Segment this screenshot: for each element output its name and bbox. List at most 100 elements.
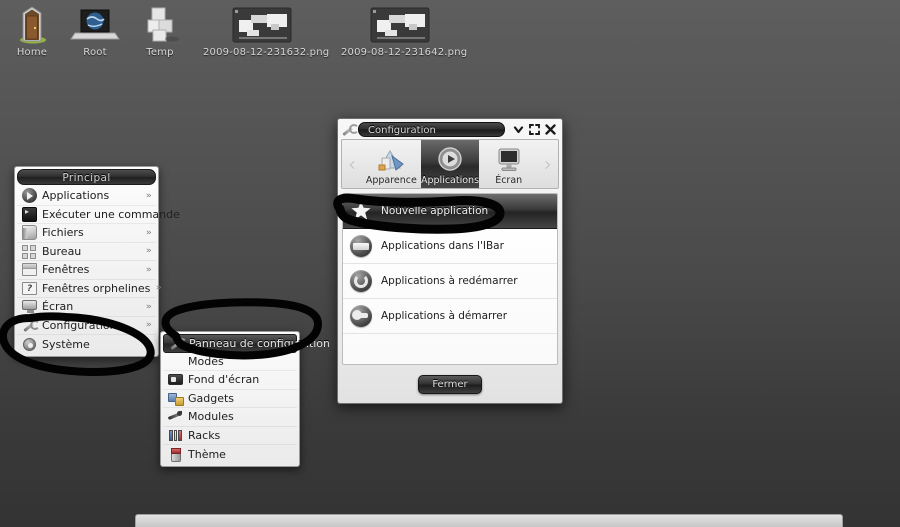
submenu-item-label: Thème	[188, 447, 226, 461]
desktop-icon-label: Home	[16, 47, 48, 58]
startup-key-icon	[350, 305, 372, 327]
screen-icon	[22, 299, 37, 314]
submenu-item-wallpaper[interactable]: Fond d'écran	[163, 371, 297, 390]
wrench-icon	[22, 318, 40, 333]
menu-item-orphan-windows[interactable]: Fenêtres orphelines »	[17, 280, 162, 298]
desktop-icon-label: 2009-08-12-231642.png	[341, 47, 468, 58]
desktop-icon-label: 2009-08-12-231632.png	[203, 47, 330, 58]
menu-item-label: Bureau	[42, 244, 82, 258]
list-item-nouvelle-application[interactable]: Nouvelle application	[343, 194, 557, 229]
desktop-icon-label: Temp	[146, 47, 174, 58]
close-button[interactable]: Fermer	[418, 374, 482, 394]
dialog-button-bar: Fermer	[338, 365, 562, 403]
menu-item-label: Fichiers	[42, 226, 84, 240]
submenu-item-label: Modes	[188, 354, 224, 368]
wrench-icon	[341, 122, 359, 136]
submenu-arrow-icon: »	[146, 190, 153, 201]
tab-label: Écran	[495, 175, 523, 186]
no-icon	[168, 354, 183, 369]
menu-item-label: Système	[42, 337, 90, 351]
menu-item-windows[interactable]: Fenêtres »	[17, 261, 156, 280]
list-item-label: Applications à démarrer	[381, 310, 508, 322]
submenu-arrow-icon: »	[146, 320, 153, 331]
maximize-icon[interactable]	[528, 123, 541, 136]
submenu-arrow-icon: »	[146, 246, 153, 257]
home-door-icon	[8, 4, 56, 44]
submenu-arrow-icon: »	[146, 301, 153, 312]
desktop-icon-home[interactable]: Home	[8, 4, 56, 58]
boxes-icon	[130, 4, 190, 44]
dialog-titlebar[interactable]: Configuration	[338, 119, 562, 138]
racks-icon	[168, 428, 183, 443]
submenu-item-label: Gadgets	[188, 391, 235, 405]
screenshot-thumb-icon	[341, 4, 459, 44]
menu-item-system[interactable]: Système »	[17, 335, 156, 354]
menu-item-label: Écran	[42, 300, 74, 314]
main-menu[interactable]: Principal Applications » Exécuter une co…	[14, 166, 180, 357]
submenu-item-label: Modules	[188, 410, 234, 424]
configuration-dialog[interactable]: Configuration ‹ Apparence Applications É…	[337, 118, 563, 404]
list-item-label: Nouvelle application	[381, 205, 489, 217]
submenu-item-label: Fond d'écran	[188, 373, 260, 387]
list-item-label: Applications à redémarrer	[381, 275, 518, 287]
submenu-item-label: Panneau de configuration	[189, 336, 331, 350]
submenu-arrow-icon: »	[156, 283, 163, 294]
submenu-arrow-icon: »	[146, 264, 153, 275]
ibar-icon	[350, 235, 372, 257]
list-item-applications-restart[interactable]: Applications à redémarrer	[343, 264, 557, 299]
tab-ecran[interactable]: Écran	[479, 140, 538, 188]
list-item-applications-ibar[interactable]: Applications dans l'IBar	[343, 229, 557, 264]
submenu-item-theme[interactable]: Thème	[163, 445, 297, 464]
menu-item-label: Fenêtres	[42, 263, 90, 277]
menu-item-label: Fenêtres orphelines	[42, 281, 151, 295]
dialog-tabstrip[interactable]: ‹ Apparence Applications Écran ›	[341, 139, 559, 189]
tab-prev-arrow-icon[interactable]: ‹	[342, 140, 362, 188]
menu-item-files[interactable]: Fichiers »	[17, 224, 156, 243]
desktop-icon-label: Root	[83, 47, 107, 58]
tab-apparence[interactable]: Apparence	[362, 140, 421, 188]
submenu-item-gadgets[interactable]: Gadgets	[163, 390, 297, 408]
close-x-icon[interactable]	[544, 123, 557, 136]
applications-icon	[435, 146, 465, 174]
menu-item-configuration[interactable]: Configuration »	[17, 317, 156, 335]
list-item-applications-startup[interactable]: Applications à démarrer	[343, 299, 557, 334]
submenu-item-racks[interactable]: Racks	[163, 427, 297, 445]
run-command-icon	[22, 206, 37, 222]
screenshot-thumb-icon	[203, 4, 321, 44]
desktop-icon-area: Home Root Temp 2009-08-12-231632.png 200…	[0, 0, 900, 70]
star-icon	[350, 200, 372, 222]
files-folder-icon	[22, 225, 37, 241]
desktop-icon-screenshot-1[interactable]: 2009-08-12-231632.png	[203, 4, 330, 58]
modules-plug-icon	[168, 409, 183, 424]
tab-next-arrow-icon[interactable]: ›	[538, 140, 558, 188]
desktop-icon-root[interactable]: Root	[62, 4, 128, 58]
screen-monitor-icon	[494, 146, 524, 174]
window-buttons[interactable]	[508, 123, 560, 136]
menu-item-desktop[interactable]: Bureau »	[17, 243, 156, 261]
desktop-shelf[interactable]	[135, 514, 843, 527]
theme-icon	[168, 447, 183, 462]
configuration-submenu[interactable]: Panneau de configuration Modes Fond d'éc…	[160, 331, 330, 467]
main-menu-title: Principal	[17, 169, 156, 185]
submenu-item-modes[interactable]: Modes	[163, 353, 297, 371]
dialog-title: Configuration	[358, 121, 505, 137]
menu-item-screen[interactable]: Écran »	[17, 298, 156, 317]
submenu-item-panneau-de-configuration[interactable]: Panneau de configuration	[163, 334, 330, 353]
gadgets-icon	[168, 391, 184, 406]
laptop-globe-icon	[62, 4, 128, 44]
tab-label: Apparence	[365, 175, 417, 186]
desktop-grid-icon	[22, 244, 37, 259]
menu-item-label: Configuration	[42, 318, 117, 332]
desktop-icon-temp[interactable]: Temp	[130, 4, 190, 58]
list-item-label: Applications dans l'IBar	[381, 240, 504, 252]
appearance-icon	[376, 146, 406, 174]
menu-item-applications[interactable]: Applications »	[17, 187, 156, 206]
applications-list[interactable]: Nouvelle application Applications dans l…	[342, 193, 558, 365]
chevron-down-icon[interactable]	[512, 123, 525, 136]
menu-item-run-command[interactable]: Exécuter une commande	[17, 206, 180, 224]
submenu-item-modules[interactable]: Modules	[163, 408, 297, 427]
desktop-icon-screenshot-2[interactable]: 2009-08-12-231642.png	[341, 4, 468, 58]
tab-applications[interactable]: Applications	[420, 140, 480, 188]
restart-icon	[350, 270, 372, 292]
menu-item-label: Exécuter une commande	[42, 207, 180, 221]
